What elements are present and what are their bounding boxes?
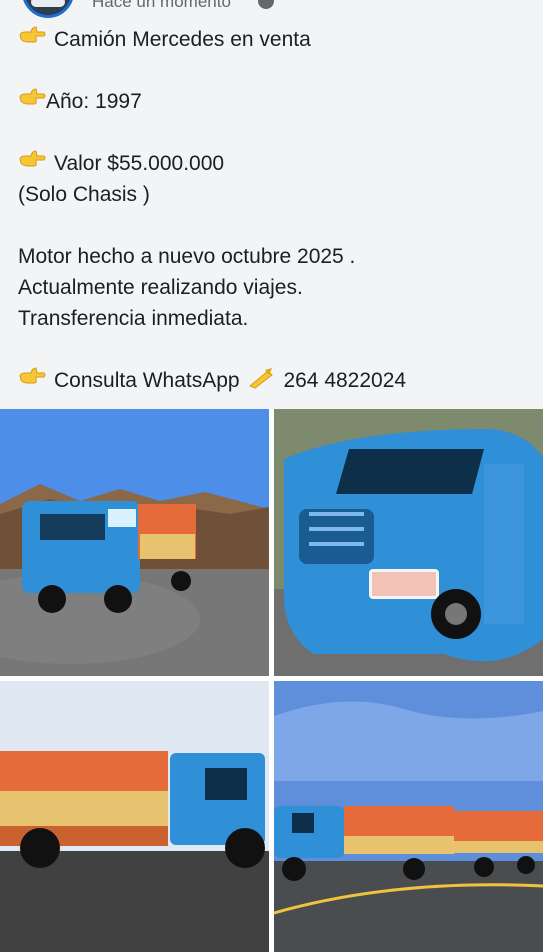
- post-body: Camión Mercedes en venta Año: 1997 Valor…: [18, 24, 533, 396]
- photo-desert-truck: [0, 409, 269, 676]
- backhand-index-pointing-right-emoji: [19, 150, 46, 167]
- truck-photo-3[interactable]: [0, 681, 269, 952]
- travel-text: Actualmente realizando viajes.: [18, 276, 303, 299]
- year-line: Año: 1997: [18, 86, 533, 117]
- chassis-text: (Solo Chasis ): [18, 183, 150, 206]
- backhand-index-pointing-right-emoji: [19, 88, 46, 105]
- contact-phone[interactable]: 264 4822024: [283, 369, 406, 392]
- post-title: Camión Mercedes en venta: [54, 28, 311, 51]
- post-timestamp[interactable]: Hace un momento: [92, 0, 231, 12]
- profile-avatar[interactable]: [22, 0, 74, 18]
- year-text: Año: 1997: [46, 90, 142, 113]
- globe-icon: [258, 0, 274, 9]
- price-text: Valor $55.000.000: [54, 152, 225, 175]
- truck-photo-2[interactable]: [274, 409, 543, 676]
- photo-front-truck: [274, 409, 543, 676]
- post-title-line: Camión Mercedes en venta: [18, 24, 533, 55]
- motor-text: Motor hecho a nuevo octubre 2025 .: [18, 245, 356, 268]
- backhand-index-pointing-right-emoji: [19, 367, 46, 384]
- photo-highway-truck: [274, 681, 543, 952]
- post-header: Hace un momento: [0, 0, 543, 20]
- writing-hand-emoji: [249, 368, 274, 389]
- backhand-index-pointing-right-emoji: [19, 26, 46, 43]
- price-line: Valor $55.000.000: [18, 148, 533, 179]
- truck-photo-1[interactable]: [0, 409, 269, 676]
- contact-prefix: Consulta WhatsApp: [54, 369, 240, 392]
- truck-photo-4[interactable]: [274, 681, 543, 952]
- transfer-text: Transferencia inmediata.: [18, 307, 249, 330]
- photo-side-truck: [0, 681, 269, 952]
- contact-line: Consulta WhatsApp 264 4822024: [18, 365, 533, 396]
- photo-grid: [0, 409, 543, 952]
